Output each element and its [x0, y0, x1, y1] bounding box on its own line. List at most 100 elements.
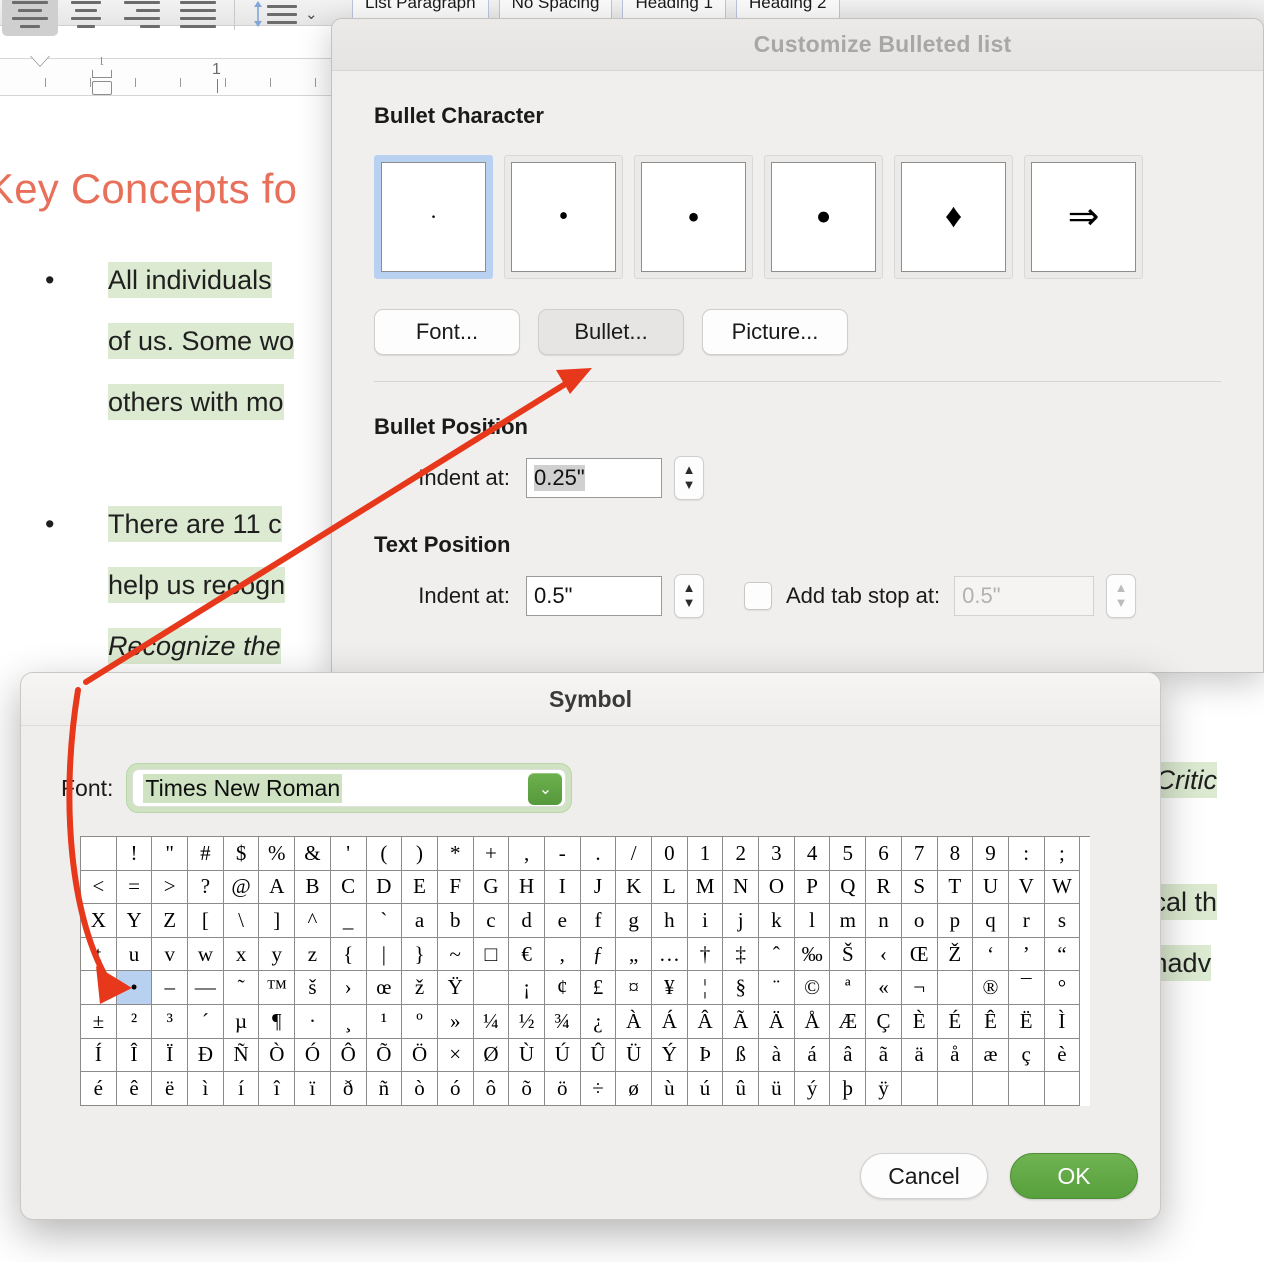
symbol-cell[interactable]: _ — [330, 904, 367, 938]
symbol-cell[interactable]: ˆ — [759, 937, 795, 972]
symbol-cell[interactable]: î — [259, 1072, 296, 1106]
symbol-cell[interactable]: \ — [223, 904, 260, 938]
symbol-cell[interactable]: ø — [616, 1072, 652, 1106]
chevron-down-icon[interactable]: ▼ — [683, 477, 696, 493]
chevron-down-icon[interactable]: ▼ — [683, 595, 696, 611]
dialog-titlebar[interactable]: Customize Bulleted list — [332, 19, 1263, 71]
symbol-cell[interactable]: Û — [580, 1038, 617, 1073]
symbol-cell[interactable]: C — [330, 870, 367, 905]
align-left-button[interactable] — [2, 0, 58, 36]
symbol-cell[interactable]: À — [616, 1004, 652, 1039]
symbol-cell[interactable]: A — [259, 870, 296, 905]
symbol-cell[interactable]: ÿ — [866, 1072, 902, 1106]
symbol-cell[interactable]: Ø — [473, 1038, 510, 1073]
symbol-cell[interactable]: ã — [866, 1038, 902, 1073]
symbol-cell[interactable]: N — [723, 870, 760, 905]
symbol-cell[interactable] — [937, 1072, 974, 1106]
symbol-cell[interactable]: 1 — [687, 837, 724, 871]
symbol-cell[interactable]: S — [901, 870, 938, 905]
symbol-cell[interactable]: ú — [687, 1072, 724, 1106]
symbol-cell[interactable]: V — [1008, 870, 1045, 905]
symbol-cell[interactable] — [81, 971, 117, 1005]
symbol-cell[interactable]: ö — [544, 1072, 581, 1106]
symbol-cell[interactable]: & — [295, 837, 331, 871]
symbol-cell[interactable]: l — [794, 904, 831, 938]
symbol-cell[interactable]: û — [723, 1072, 760, 1106]
symbol-cell[interactable]: ¨ — [759, 971, 795, 1005]
symbol-cell[interactable]: " — [152, 837, 189, 871]
font-combobox[interactable]: Times New Roman ⌄ — [132, 769, 567, 807]
chevron-up-icon[interactable]: ▲ — [683, 580, 696, 596]
symbol-cell[interactable]: † — [687, 937, 724, 972]
symbol-cell[interactable]: % — [259, 837, 296, 871]
symbol-cell[interactable]: w — [188, 937, 224, 972]
symbol-cell[interactable]: Œ — [901, 937, 938, 972]
symbol-cell[interactable]: â — [830, 1038, 867, 1073]
symbol-cell[interactable]: j — [723, 904, 760, 938]
symbol-cell[interactable]: Á — [652, 1004, 688, 1039]
symbol-cell[interactable]: O — [759, 870, 795, 905]
symbol-cell[interactable]: é — [81, 1072, 117, 1106]
bullet-swatch-double-arrow[interactable]: ⇒ — [1024, 155, 1143, 279]
symbol-cell[interactable]: Ú — [544, 1038, 581, 1073]
symbol-cell[interactable]: ¹ — [366, 1004, 403, 1039]
symbol-cell[interactable]: Ù — [509, 1038, 545, 1073]
bullet-swatch-small-dot[interactable]: • — [504, 155, 623, 279]
symbol-cell[interactable]: Ý — [652, 1038, 688, 1073]
symbol-cell[interactable]: < — [81, 870, 117, 905]
symbol-cell[interactable]: Ç — [866, 1004, 902, 1039]
style-heading-1[interactable]: Heading 1 — [622, 0, 726, 18]
horizontal-ruler[interactable]: 1 — [0, 55, 336, 96]
symbol-cell[interactable]: 9 — [973, 837, 1009, 871]
symbol-cell[interactable]: i — [687, 904, 724, 938]
symbol-cell[interactable]: ˜ — [223, 971, 260, 1005]
symbol-cell[interactable]: ô — [473, 1072, 510, 1106]
symbol-cell[interactable]: Í — [81, 1038, 117, 1073]
symbol-cell[interactable]: ‘ — [973, 937, 1009, 972]
symbol-cell[interactable]: e — [544, 904, 581, 938]
symbol-cell[interactable]: Ü — [616, 1038, 652, 1073]
bullet-button[interactable]: Bullet... — [538, 309, 684, 355]
symbol-cell[interactable]: H — [509, 870, 545, 905]
symbol-cell[interactable] — [81, 837, 117, 871]
chevron-up-icon[interactable]: ▲ — [1115, 580, 1128, 596]
symbol-cell[interactable]: ñ — [366, 1072, 403, 1106]
symbol-cell[interactable]: [ — [188, 904, 224, 938]
symbol-cell[interactable]: Â — [687, 1004, 724, 1039]
symbol-cell[interactable]: ï — [295, 1072, 331, 1106]
chevron-down-icon[interactable]: ▼ — [1115, 595, 1128, 611]
symbol-cell[interactable]: o — [901, 904, 938, 938]
symbol-cell[interactable]: – — [152, 971, 189, 1005]
symbol-cell[interactable]: ¯ — [1008, 971, 1045, 1005]
symbol-cell[interactable]: X — [81, 904, 117, 938]
symbol-cell[interactable]: ¬ — [901, 971, 938, 1005]
symbol-cell[interactable]: ¼ — [473, 1004, 510, 1039]
symbol-cell[interactable]: ü — [759, 1072, 795, 1106]
symbol-cell[interactable]: q — [973, 904, 1009, 938]
symbol-cell[interactable]: £ — [580, 971, 617, 1005]
symbol-cell[interactable]: Þ — [687, 1038, 724, 1073]
symbol-cell[interactable]: * — [437, 837, 474, 871]
symbol-cell[interactable]: F — [437, 870, 474, 905]
symbol-cell[interactable]: Z — [152, 904, 189, 938]
symbol-cell[interactable]: , — [544, 937, 581, 972]
symbol-cell[interactable]: D — [366, 870, 403, 905]
bullet-swatch-diamond[interactable]: ♦ — [894, 155, 1013, 279]
symbol-cell[interactable]: ~ — [437, 937, 474, 972]
symbol-cell[interactable]: $ — [223, 837, 260, 871]
symbol-cell[interactable]: × — [437, 1038, 474, 1073]
symbol-cell[interactable]: | — [366, 937, 403, 972]
symbol-cell[interactable]: © — [794, 971, 831, 1005]
symbol-cell[interactable]: ³ — [152, 1004, 189, 1039]
symbol-cell[interactable]: u — [116, 937, 153, 972]
symbol-cell[interactable]: à — [759, 1038, 795, 1073]
align-right-button[interactable] — [114, 0, 170, 36]
symbol-cell[interactable]: « — [866, 971, 902, 1005]
symbol-cell[interactable]: B — [295, 870, 331, 905]
picture-button[interactable]: Picture... — [702, 309, 848, 355]
symbol-cell[interactable]: + — [473, 837, 510, 871]
symbol-cell[interactable]: p — [937, 904, 974, 938]
symbol-cell[interactable]: Ï — [152, 1038, 189, 1073]
symbol-cell[interactable]: P — [794, 870, 831, 905]
symbol-cell[interactable]: { — [330, 937, 367, 972]
